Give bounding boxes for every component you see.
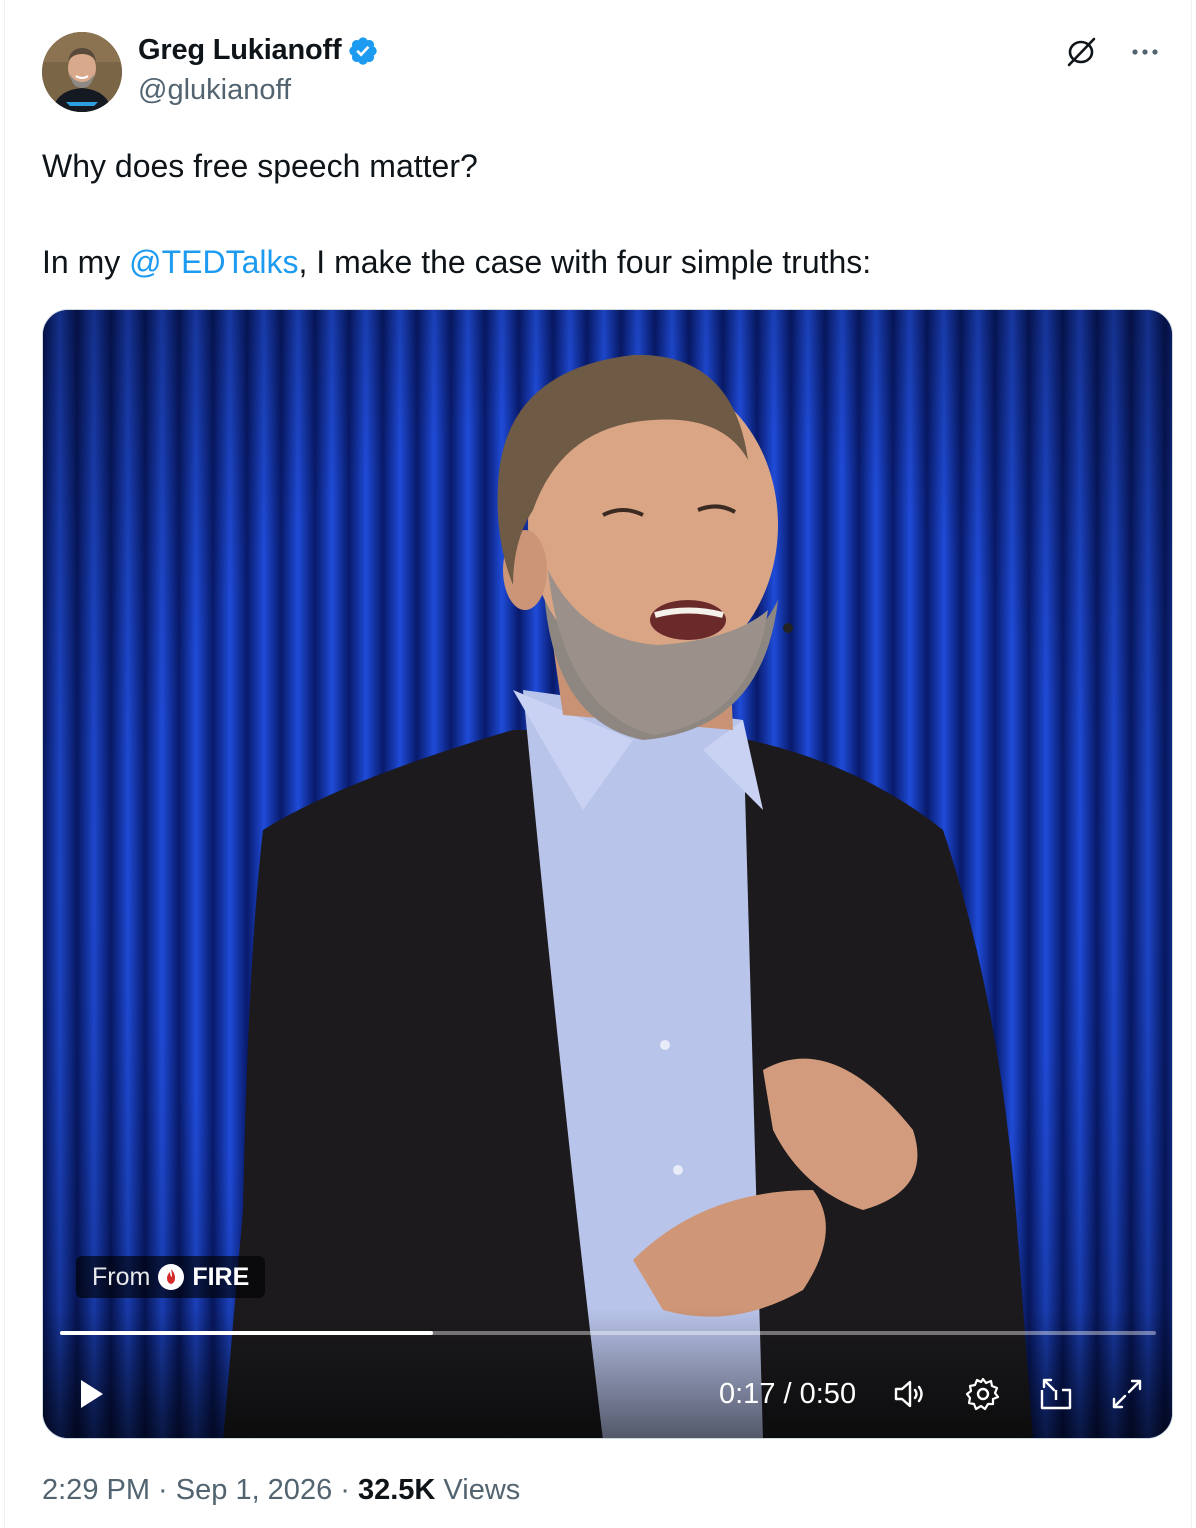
mention-link[interactable]: @TEDTalks — [129, 244, 298, 280]
settings-gear-icon[interactable] — [965, 1376, 1001, 1412]
verified-badge-icon[interactable] — [347, 35, 379, 67]
source-brand-label: FIRE — [192, 1262, 250, 1291]
views-count: 32.5K — [357, 1474, 436, 1506]
views-label: Views — [435, 1474, 521, 1506]
video-source-badge[interactable]: From FIRE — [76, 1256, 266, 1298]
fire-logo-icon — [158, 1264, 185, 1290]
video-controls-overlay — [43, 1308, 1172, 1438]
picture-in-picture-icon[interactable] — [1038, 1376, 1074, 1412]
author-display-name[interactable]: Greg Lukianoff — [138, 34, 342, 67]
video-time-display: 0:17 / 0:50 — [719, 1376, 856, 1412]
author-handle[interactable]: @glukianoff — [138, 74, 291, 107]
video-progress-fill — [60, 1331, 433, 1335]
time-current: 0:17 — [719, 1378, 776, 1410]
time-separator: / — [775, 1378, 800, 1410]
tweet-line-2-suffix: , I make the case with four simple truth… — [298, 244, 872, 280]
tweet-card: Greg Lukianoff @glukianoff Why does free… — [4, 0, 1192, 1528]
volume-icon[interactable] — [892, 1376, 928, 1412]
meta-separator-1: · — [150, 1474, 176, 1506]
post-date[interactable]: Sep 1, 2026 — [176, 1474, 332, 1506]
tweet-body: Why does free speech matter? In my @TEDT… — [42, 142, 1162, 334]
tweet-line-1: Why does free speech matter? — [42, 148, 478, 184]
fullscreen-icon[interactable] — [1109, 1376, 1145, 1412]
author-avatar[interactable] — [42, 32, 122, 112]
header-actions — [1063, 34, 1163, 70]
source-from-label: From — [92, 1262, 151, 1291]
video-player[interactable]: From FIRE 0:17 / 0:50 — [42, 309, 1173, 1439]
time-total: 0:50 — [799, 1378, 857, 1410]
more-options-icon[interactable] — [1127, 34, 1163, 70]
tweet-line-2: In my @TEDTalks, I make the case with fo… — [42, 238, 1162, 286]
grok-icon[interactable] — [1063, 34, 1099, 70]
video-progress-bar[interactable] — [60, 1331, 1156, 1335]
author-name-row: Greg Lukianoff — [138, 34, 379, 67]
post-time[interactable]: 2:29 PM — [42, 1474, 150, 1506]
tweet-meta: 2:29 PM · Sep 1, 2026 · 32.5K Views — [42, 1474, 520, 1507]
tweet-line-2-prefix: In my — [42, 244, 130, 280]
profile-photo — [42, 32, 122, 112]
meta-separator-2: · — [332, 1474, 358, 1506]
play-icon[interactable] — [73, 1376, 109, 1412]
